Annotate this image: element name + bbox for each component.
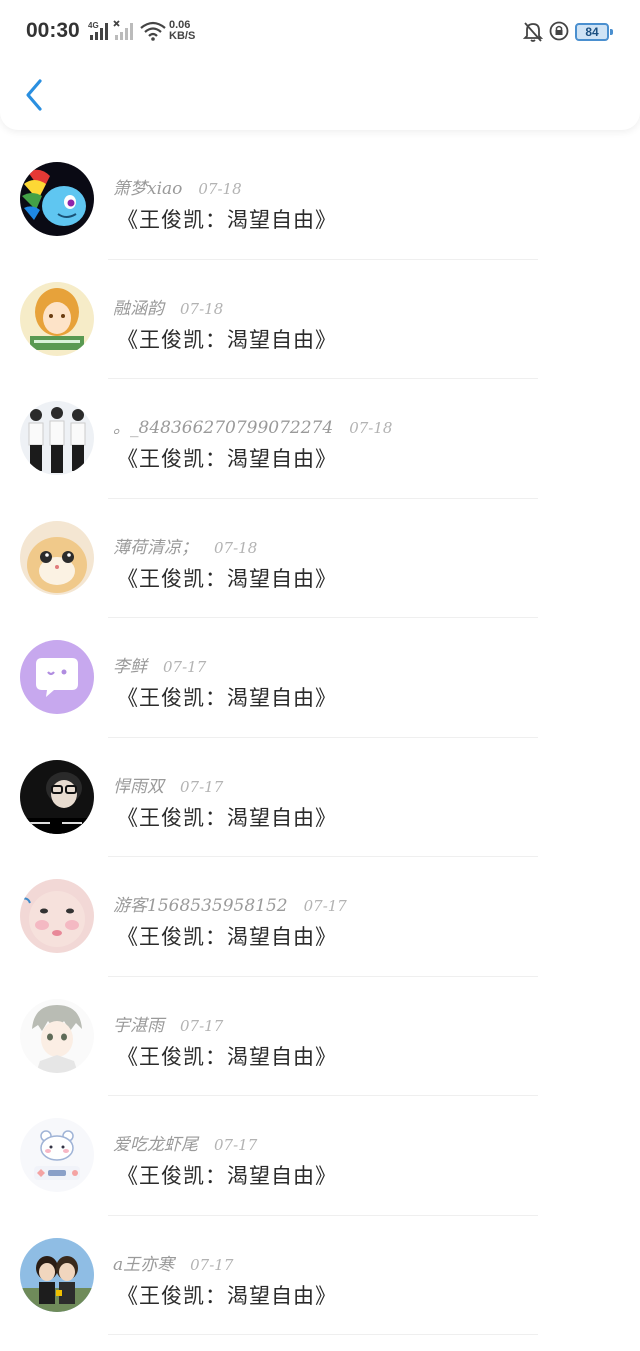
avatar[interactable] bbox=[20, 1237, 94, 1312]
sender-name[interactable]: 箫梦xiao bbox=[113, 179, 182, 199]
avatar-chat-bubble-icon bbox=[20, 640, 94, 714]
avatar-baby-face-icon bbox=[20, 879, 94, 953]
avatar[interactable] bbox=[20, 520, 94, 595]
list-item[interactable]: 李鲜 07-17 《王俊凯：渴望自由》 bbox=[0, 618, 640, 738]
message-text[interactable]: 《王俊凯：渴望自由》 bbox=[117, 802, 337, 832]
list-item[interactable]: 。_848366270799072274 07-18 《王俊凯：渴望自由》 bbox=[0, 379, 640, 499]
avatar-couple-icon bbox=[20, 1237, 94, 1312]
sender-meta: 融涵韵 07-18 bbox=[113, 294, 224, 319]
avatar-anime-girl-icon bbox=[20, 281, 94, 356]
avatar-cute-bear-icon bbox=[20, 1118, 94, 1192]
list-item[interactable]: 宇湛雨 07-17 《王俊凯：渴望自由》 bbox=[0, 977, 640, 1096]
wifi-icon bbox=[140, 21, 166, 41]
sender-meta: 薄荷清凉； 07-18 bbox=[113, 533, 258, 558]
avatar[interactable] bbox=[20, 401, 94, 475]
message-text[interactable]: 《王俊凯：渴望自由》 bbox=[117, 682, 337, 712]
bell-muted-icon bbox=[523, 22, 543, 42]
avatar[interactable] bbox=[20, 281, 94, 356]
message-date: 07-17 bbox=[303, 897, 347, 915]
rotation-lock-icon bbox=[549, 21, 569, 41]
status-bar: 00:30 4G 0.06 KB/S 84 bbox=[0, 0, 640, 64]
list-item[interactable]: 爱吃龙虾尾 07-17 《王俊凯：渴望自由》 bbox=[0, 1096, 640, 1216]
message-text[interactable]: 《王俊凯：渴望自由》 bbox=[117, 1160, 337, 1190]
message-date: 07-18 bbox=[198, 180, 242, 198]
list-item[interactable]: 箫梦xiao 07-18 《王俊凯：渴望自由》 bbox=[0, 140, 640, 260]
sender-name[interactable]: a王亦寒 bbox=[113, 1255, 174, 1275]
network-speed-unit: KB/S bbox=[169, 30, 196, 42]
sender-meta: 宇湛雨 07-17 bbox=[113, 1011, 224, 1036]
avatar-cat-icon bbox=[20, 520, 94, 595]
message-text[interactable]: 《王俊凯：渴望自由》 bbox=[117, 563, 337, 593]
list-item[interactable]: a王亦寒 07-17 《王俊凯：渴望自由》 bbox=[0, 1216, 640, 1335]
sender-meta: a王亦寒 07-17 bbox=[113, 1250, 234, 1275]
sender-meta: 李鲜 07-17 bbox=[113, 652, 207, 677]
sender-name[interactable]: 游客1568535958152 bbox=[113, 896, 288, 916]
network-type-label: 4G bbox=[88, 21, 99, 30]
divider bbox=[108, 1334, 538, 1335]
avatar-rainbow-pony-icon bbox=[20, 162, 94, 236]
avatar-group-photo-icon bbox=[20, 401, 94, 475]
sender-name[interactable]: 宇湛雨 bbox=[113, 1016, 164, 1036]
message-date: 07-17 bbox=[180, 777, 224, 796]
list-item[interactable]: 薄荷清凉； 07-18 《王俊凯：渴望自由》 bbox=[0, 499, 640, 618]
network-speed: 0.06 KB/S bbox=[169, 20, 195, 42]
message-date: 07-18 bbox=[349, 419, 393, 437]
sender-name[interactable]: 。_848366270799072274 bbox=[113, 418, 333, 438]
message-date: 07-17 bbox=[214, 1136, 258, 1154]
cellular-signal-icon: 4G bbox=[88, 21, 108, 40]
battery-indicator: 84 bbox=[575, 23, 613, 41]
sender-name[interactable]: 李鲜 bbox=[113, 657, 147, 677]
sender-meta: 游客1568535958152 07-17 bbox=[113, 891, 347, 916]
message-text[interactable]: 《王俊凯：渴望自由》 bbox=[117, 1280, 337, 1310]
list-item[interactable]: 融涵韵 07-18 《王俊凯：渴望自由》 bbox=[0, 260, 640, 379]
message-text[interactable]: 《王俊凯：渴望自由》 bbox=[117, 921, 337, 951]
message-text[interactable]: 《王俊凯：渴望自由》 bbox=[117, 324, 337, 354]
message-text[interactable]: 《王俊凯：渴望自由》 bbox=[117, 204, 337, 234]
avatar-glasses-person-icon bbox=[20, 759, 94, 834]
message-date: 07-18 bbox=[180, 299, 224, 318]
back-arrow-icon[interactable] bbox=[18, 74, 52, 116]
sender-meta: 箫梦xiao 07-18 bbox=[113, 174, 242, 199]
top-bar: 00:30 4G 0.06 KB/S 84 bbox=[0, 0, 640, 130]
message-date: 07-17 bbox=[190, 1255, 234, 1274]
sender-meta: 。_848366270799072274 07-18 bbox=[113, 413, 393, 438]
message-date: 07-17 bbox=[180, 1016, 224, 1035]
avatar[interactable] bbox=[20, 998, 94, 1073]
avatar[interactable] bbox=[20, 162, 94, 236]
sender-name[interactable]: 薄荷清凉； bbox=[113, 538, 198, 558]
avatar[interactable] bbox=[20, 1118, 94, 1192]
list-item[interactable]: 悍雨双 07-17 《王俊凯：渴望自由》 bbox=[0, 738, 640, 857]
list-item[interactable]: 游客1568535958152 07-17 《王俊凯：渴望自由》 bbox=[0, 857, 640, 977]
sender-name[interactable]: 爱吃龙虾尾 bbox=[113, 1135, 198, 1155]
sender-meta: 爱吃龙虾尾 07-17 bbox=[113, 1130, 258, 1155]
message-date: 07-18 bbox=[214, 538, 258, 557]
message-list: 箫梦xiao 07-18 《王俊凯：渴望自由》 融涵韵 07-18 《王俊凯：渴望自… bbox=[0, 140, 640, 1335]
sender-meta: 悍雨双 07-17 bbox=[113, 772, 224, 797]
avatar[interactable] bbox=[20, 879, 94, 953]
avatar-anime-boy-icon bbox=[20, 998, 94, 1073]
status-time: 00:30 bbox=[26, 19, 80, 42]
avatar[interactable] bbox=[20, 640, 94, 714]
cellular-signal-nosim-icon bbox=[113, 20, 133, 40]
sender-name[interactable]: 融涵韵 bbox=[113, 299, 164, 319]
sender-name[interactable]: 悍雨双 bbox=[113, 777, 164, 797]
avatar[interactable] bbox=[20, 759, 94, 834]
message-text[interactable]: 《王俊凯：渴望自由》 bbox=[117, 443, 337, 473]
message-date: 07-17 bbox=[163, 658, 207, 676]
message-text[interactable]: 《王俊凯：渴望自由》 bbox=[117, 1041, 337, 1071]
